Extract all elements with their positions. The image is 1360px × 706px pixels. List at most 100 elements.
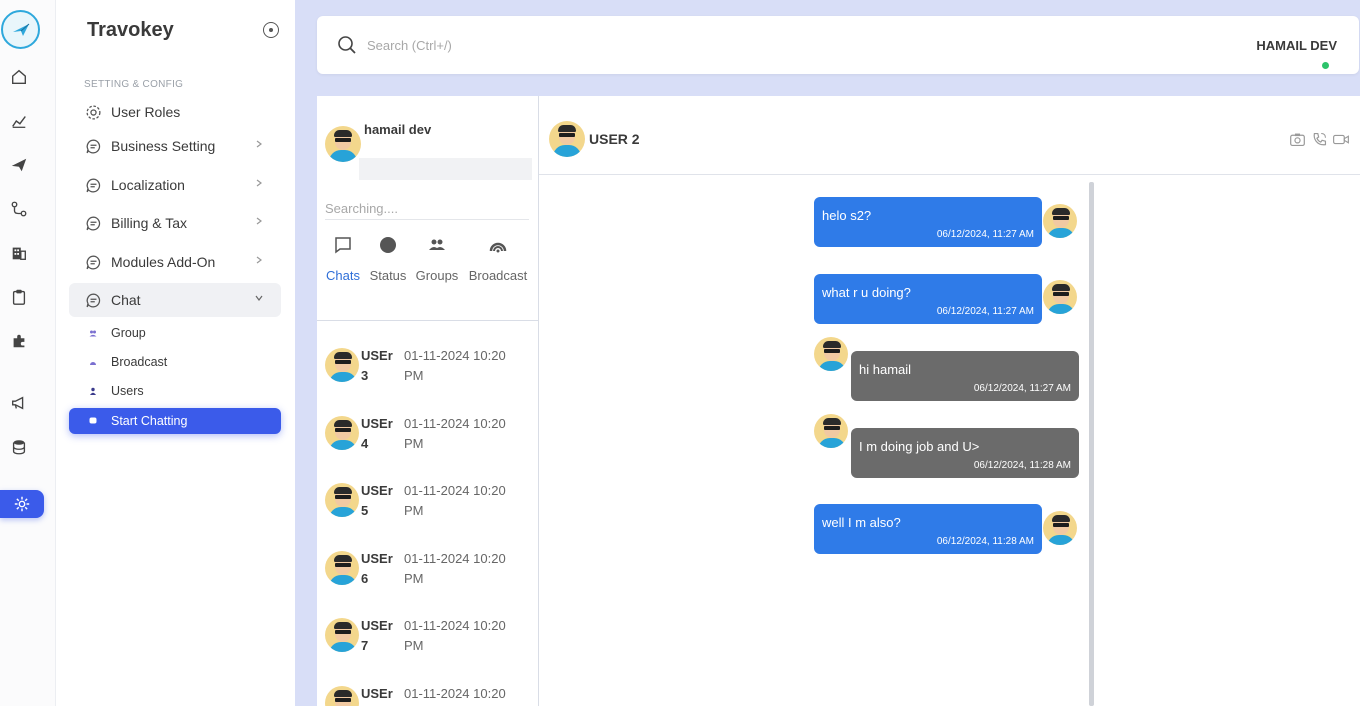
contact-time: 01-11-2024 10:20 — [404, 686, 506, 701]
chat-icon — [325, 234, 361, 256]
contact-name: USEr 5 — [361, 483, 393, 518]
tab-label: Status — [369, 268, 407, 283]
contact-name: USEr — [361, 686, 393, 701]
chat-bubble-icon — [83, 252, 103, 272]
broadcast-icon — [466, 234, 530, 256]
contact-time: 01-11-2024 10:20 PM — [404, 416, 506, 451]
list-item[interactable]: USEr 3 01-11-2024 10:20 PM — [317, 344, 539, 404]
avatar — [814, 414, 848, 448]
message-text: what r u doing? — [822, 285, 911, 300]
sidebar-item-localization[interactable]: Localization — [69, 168, 281, 202]
database-icon[interactable] — [8, 436, 30, 458]
travokey-logo[interactable] — [1, 10, 40, 49]
sidebar-subitem-label: Broadcast — [111, 355, 168, 369]
message-time: 06/12/2024, 11:27 AM — [936, 229, 1034, 240]
broadcast-icon — [89, 358, 97, 366]
home-icon[interactable] — [8, 66, 30, 88]
contact-time: 01-11-2024 10:20 PM — [404, 618, 506, 653]
gear-icon[interactable] — [0, 490, 44, 518]
sidebar-subitem-start-chatting[interactable]: Start Chatting — [69, 408, 281, 434]
megaphone-icon[interactable] — [8, 392, 30, 414]
status-icon — [367, 234, 409, 256]
brand-title: Travokey — [87, 19, 174, 41]
list-divider — [317, 320, 539, 321]
tab-chats[interactable]: Chats — [325, 234, 361, 283]
chat-bubble-icon — [83, 136, 103, 156]
message-time: 06/12/2024, 11:28 AM — [936, 536, 1034, 547]
conversation-actions — [1288, 130, 1350, 148]
chevron-down-icon — [255, 295, 263, 301]
list-item[interactable]: USEr 7 01-11-2024 10:20 PM — [317, 614, 539, 674]
chat-search-input[interactable] — [325, 198, 529, 220]
sidebar-item-business-setting[interactable]: Business Setting — [69, 129, 281, 163]
avatar — [325, 483, 359, 517]
conversation-header: USER 2 — [539, 96, 1360, 175]
sidebar-item-label: Chat — [111, 292, 141, 308]
contact-name: USEr 7 — [361, 618, 393, 653]
tab-label: Chats — [326, 268, 360, 283]
tab-status[interactable]: Status — [367, 234, 409, 283]
plane-icon[interactable] — [8, 154, 30, 176]
avatar — [1043, 204, 1077, 238]
conversation-panel: USER 2 helo s2? 06/12/2024, 11:27 AM wha… — [539, 96, 1360, 706]
video-call-icon[interactable] — [1332, 130, 1350, 148]
section-title: SETTING & CONFIG — [84, 79, 184, 90]
chat-list-panel: hamail dev Chats Status Groups Broadcast… — [317, 96, 539, 706]
chart-icon[interactable] — [8, 110, 30, 132]
tab-label: Groups — [415, 268, 459, 283]
phone-icon[interactable] — [1310, 130, 1328, 148]
sidebar-item-label: Modules Add-On — [111, 254, 216, 270]
tab-broadcast[interactable]: Broadcast — [466, 234, 530, 283]
current-user-name[interactable]: HAMAIL DEV — [1256, 38, 1337, 53]
avatar — [325, 551, 359, 585]
sidebar-item-user-roles[interactable]: User Roles — [69, 95, 281, 129]
message-time: 06/12/2024, 11:27 AM — [936, 306, 1034, 317]
contact-name: USEr 4 — [361, 416, 393, 451]
sidebar-item-modules-add-on[interactable]: Modules Add-On — [69, 245, 281, 279]
message-text: I m doing job and U> — [859, 439, 980, 454]
list-item[interactable]: USEr 01-11-2024 10:20 — [317, 682, 539, 706]
sidebar-item-label: User Roles — [111, 104, 181, 120]
sidebar-subitem-broadcast[interactable]: Broadcast — [69, 349, 281, 375]
contact-name: USEr 6 — [361, 551, 393, 586]
chevron-right-icon — [256, 217, 262, 225]
message-bubble-incoming[interactable]: hi hamail 06/12/2024, 11:27 AM — [851, 351, 1079, 401]
message-bubble-incoming[interactable]: I m doing job and U> 06/12/2024, 11:28 A… — [851, 428, 1079, 478]
sidebar-subitem-users[interactable]: Users — [69, 378, 281, 404]
logo-icon — [12, 23, 29, 36]
list-item[interactable]: USEr 6 01-11-2024 10:20 PM — [317, 547, 539, 607]
camera-icon[interactable] — [1288, 130, 1306, 148]
chat-bubble-icon — [83, 175, 103, 195]
building-icon[interactable] — [8, 242, 30, 264]
message-bubble-outgoing[interactable]: helo s2? 06/12/2024, 11:27 AM — [814, 197, 1042, 247]
tab-groups[interactable]: Groups — [414, 234, 460, 283]
search-input[interactable] — [367, 34, 767, 56]
contact-name: USEr 3 — [361, 348, 393, 383]
avatar[interactable] — [549, 121, 585, 157]
chevron-right-icon — [256, 179, 262, 187]
list-item[interactable]: USEr 4 01-11-2024 10:20 PM — [317, 412, 539, 472]
main-area: HAMAIL DEV hamail dev Chats Status Group… — [295, 0, 1360, 706]
list-item[interactable]: USEr 5 01-11-2024 10:20 PM — [317, 479, 539, 539]
message-bubble-outgoing[interactable]: well I m also? 06/12/2024, 11:28 AM — [814, 504, 1042, 554]
sidebar-toggle-icon[interactable] — [263, 22, 279, 38]
sidebar-subitem-group[interactable]: Group — [69, 320, 281, 346]
sidebar-item-label: Localization — [111, 177, 185, 193]
chevron-right-icon — [256, 140, 262, 148]
contact-time: 01-11-2024 10:20 PM — [404, 551, 506, 586]
online-status-dot — [1322, 62, 1329, 69]
clipboard-icon[interactable] — [8, 286, 30, 308]
message-time: 06/12/2024, 11:28 AM — [973, 460, 1071, 471]
sidebar-item-billing-tax[interactable]: Billing & Tax — [69, 206, 281, 240]
sidebar-item-chat[interactable]: Chat — [69, 283, 281, 317]
puzzle-icon[interactable] — [8, 330, 30, 352]
conversation-scrollbar[interactable] — [1089, 182, 1094, 706]
route-icon[interactable] — [8, 198, 30, 220]
my-name: hamail dev — [364, 122, 432, 137]
conversation-title[interactable]: USER 2 — [589, 131, 640, 147]
search-icon[interactable] — [337, 35, 357, 55]
settings-sidebar: Travokey SETTING & CONFIG User Roles Bus… — [56, 0, 295, 706]
message-bubble-outgoing[interactable]: what r u doing? 06/12/2024, 11:27 AM — [814, 274, 1042, 324]
groups-icon — [414, 234, 460, 256]
avatar — [1043, 280, 1077, 314]
